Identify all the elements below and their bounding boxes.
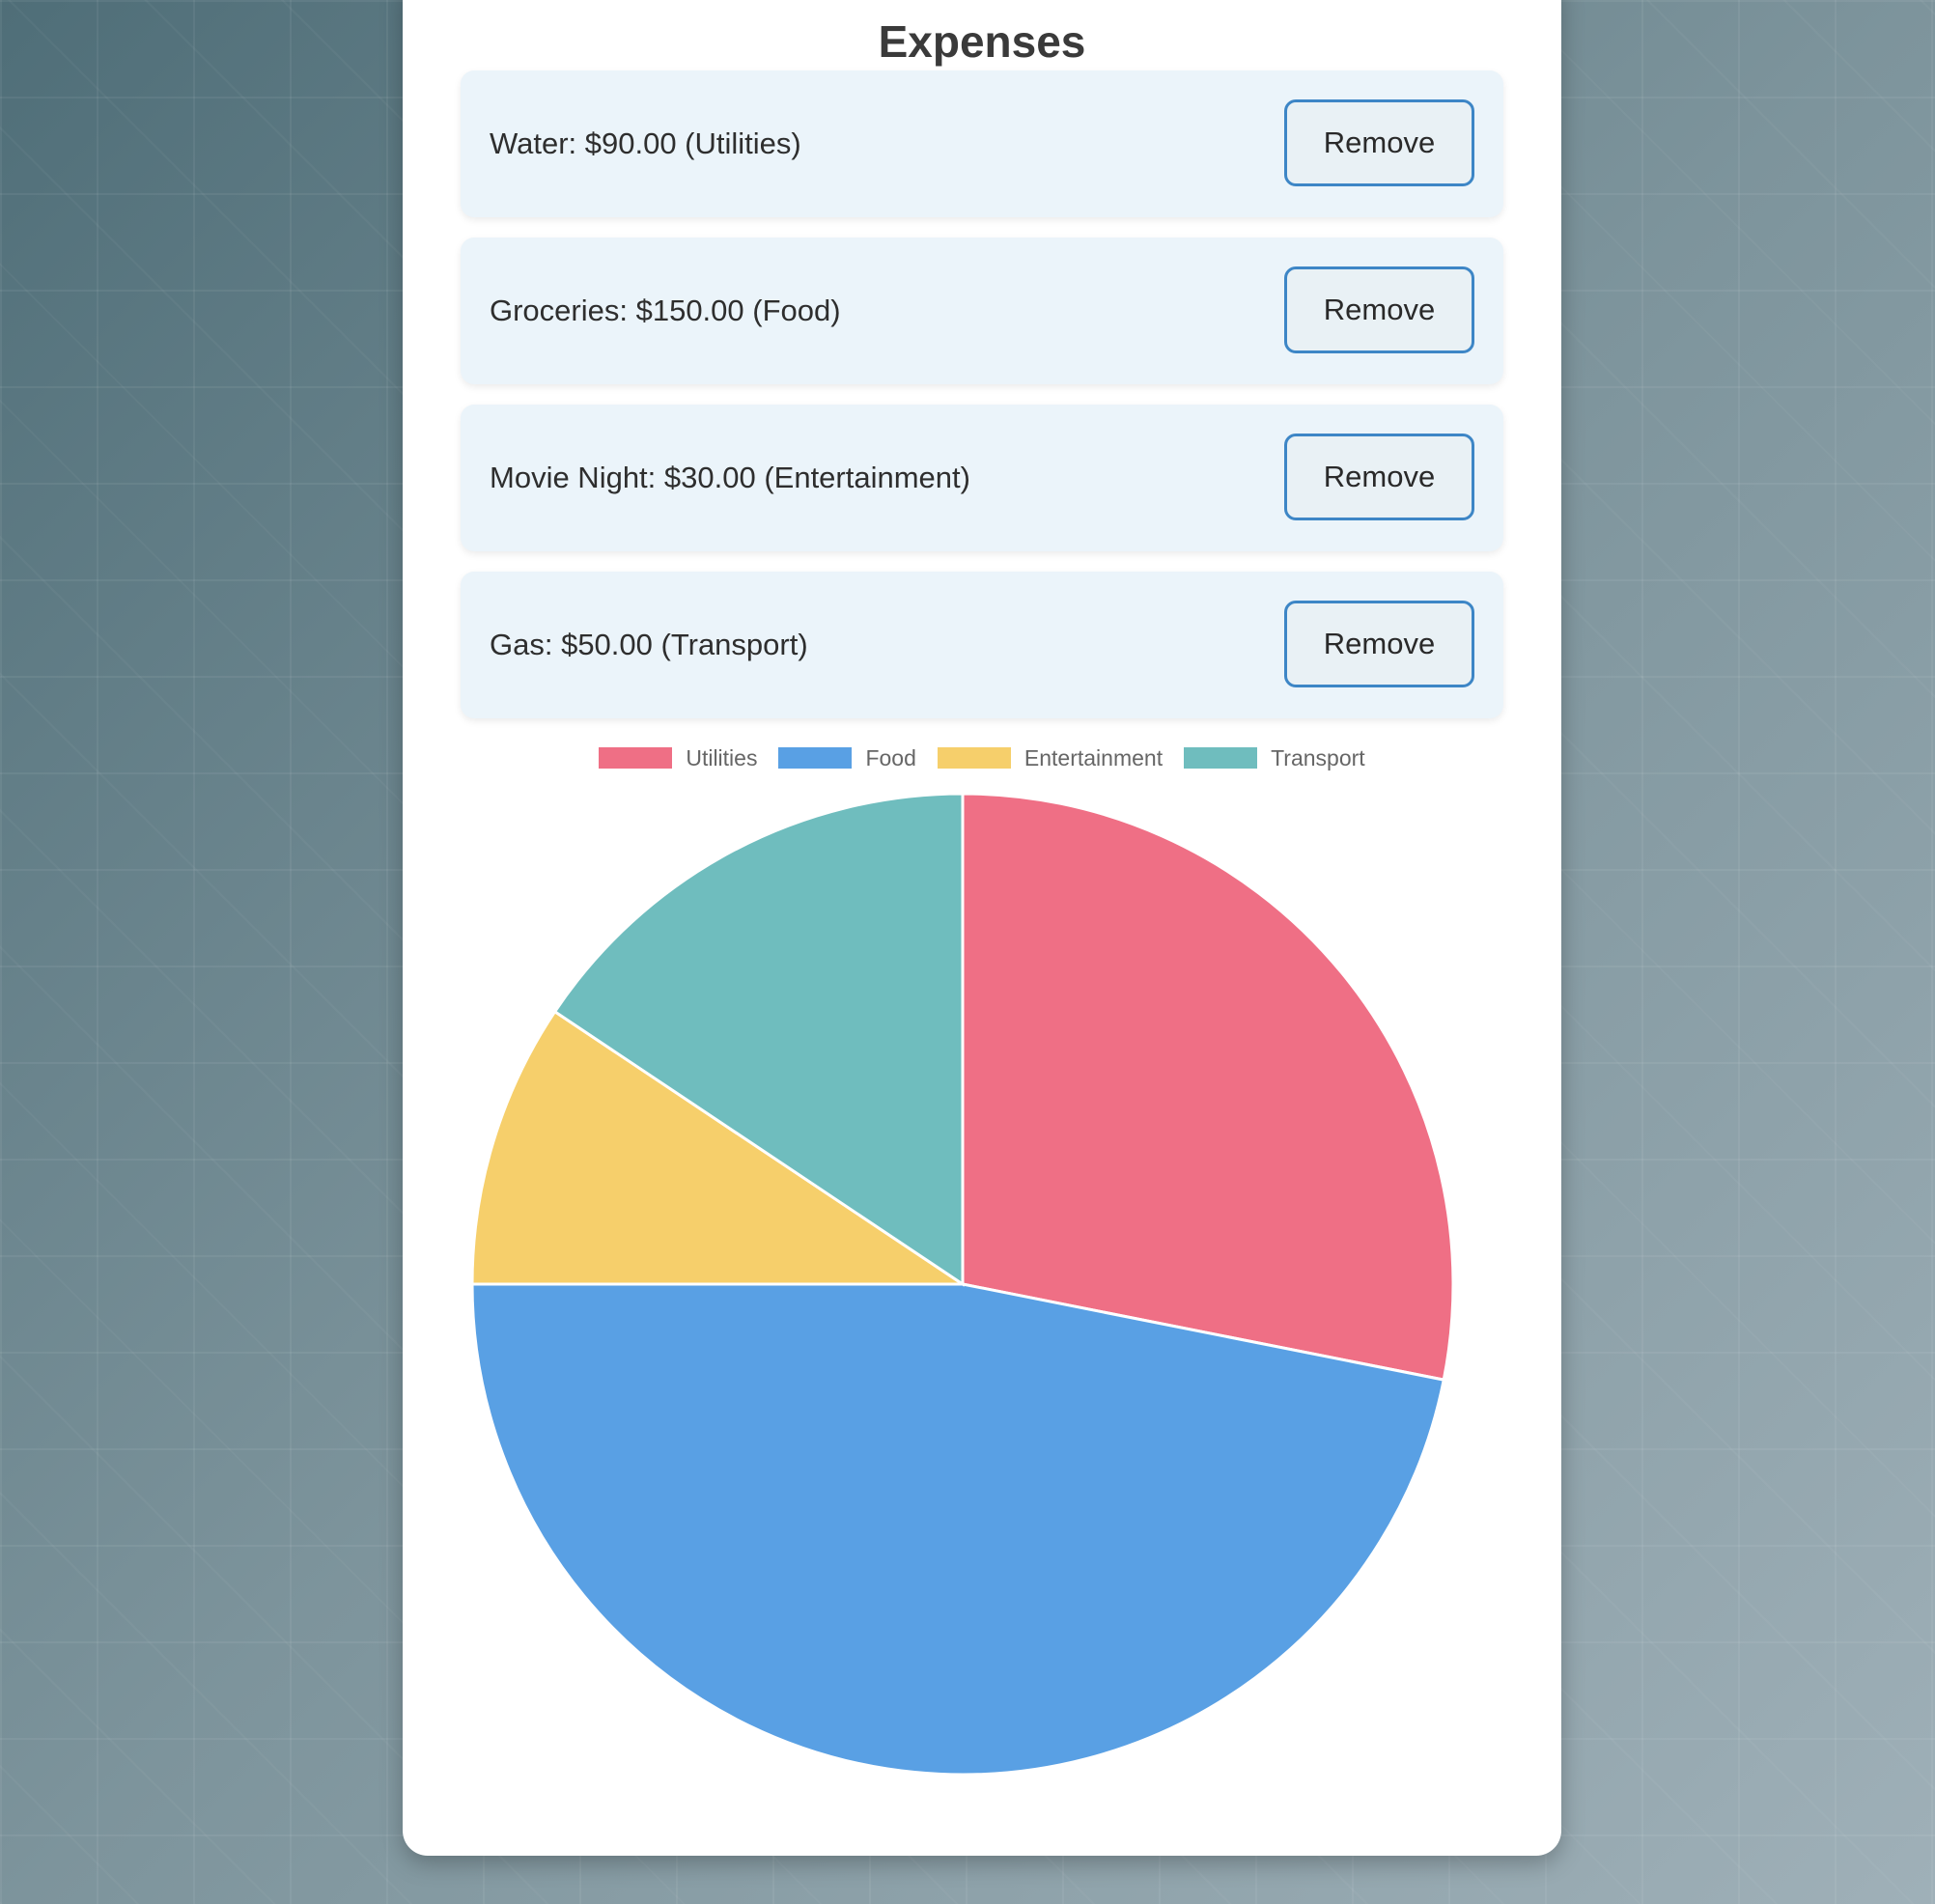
legend-item-utilities[interactable]: Utilities bbox=[599, 745, 757, 771]
legend-swatch bbox=[778, 747, 853, 769]
legend-label: Transport bbox=[1271, 744, 1365, 770]
remove-button[interactable]: Remove bbox=[1284, 434, 1474, 520]
legend-item-food[interactable]: Food bbox=[778, 744, 916, 771]
pie-slice-utilities[interactable] bbox=[961, 792, 1455, 1382]
expense-item: Groceries: $150.00 (Food) Remove bbox=[461, 238, 1503, 384]
legend-label: Utilities bbox=[686, 744, 758, 770]
legend-item-entertainment[interactable]: Entertainment bbox=[937, 744, 1164, 771]
legend-swatch bbox=[1184, 747, 1258, 769]
pie-slice-food[interactable] bbox=[470, 1282, 1446, 1777]
expense-text: Movie Night: $30.00 (Entertainment) bbox=[490, 461, 970, 494]
remove-button[interactable]: Remove bbox=[1284, 99, 1474, 186]
legend-swatch bbox=[937, 747, 1011, 769]
expense-text: Gas: $50.00 (Transport) bbox=[490, 628, 808, 661]
expense-item: Water: $90.00 (Utilities) Remove bbox=[461, 70, 1503, 217]
remove-button[interactable]: Remove bbox=[1284, 266, 1474, 353]
expense-item: Movie Night: $30.00 (Entertainment) Remo… bbox=[461, 405, 1503, 551]
expense-text: Water: $90.00 (Utilities) bbox=[490, 126, 801, 160]
legend-label: Entertainment bbox=[1024, 744, 1164, 770]
expense-pie-chart bbox=[470, 792, 1455, 1777]
expense-list: Water: $90.00 (Utilities) Remove Groceri… bbox=[461, 70, 1503, 739]
page-title: Expenses bbox=[878, 16, 1086, 67]
expenses-card: Expenses Water: $90.00 (Utilities) Remov… bbox=[403, 0, 1561, 1856]
legend-swatch bbox=[599, 747, 673, 769]
legend-label: Food bbox=[865, 744, 916, 770]
chart-legend: Utilities Food Entertainment Transport bbox=[403, 743, 1561, 772]
remove-button[interactable]: Remove bbox=[1284, 601, 1474, 687]
expense-text: Groceries: $150.00 (Food) bbox=[490, 294, 841, 327]
expense-item: Gas: $50.00 (Transport) Remove bbox=[461, 572, 1503, 718]
legend-item-transport[interactable]: Transport bbox=[1184, 745, 1365, 771]
